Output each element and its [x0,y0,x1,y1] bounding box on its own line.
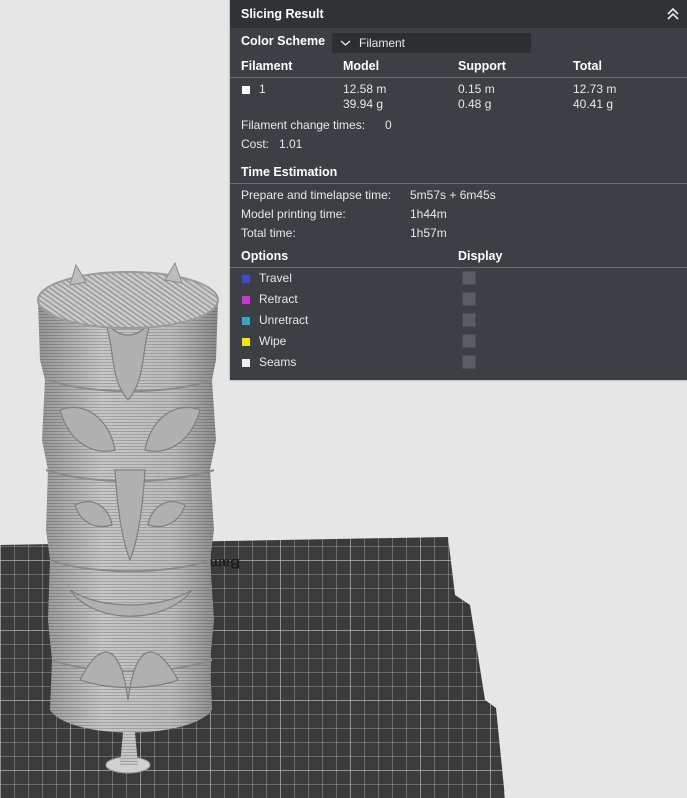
panel-header: Slicing Result [230,0,687,28]
header-support: Support [458,59,506,73]
color-scheme-value: Filament [359,36,406,50]
option-label: Wipe [259,334,287,348]
panel-title: Slicing Result [241,7,324,21]
prepare-value: 5m57s + 6m45s [410,188,496,202]
option-label: Retract [259,292,298,306]
header-total: Total [573,59,602,73]
double-chevron-up-icon [667,7,679,20]
chevron-down-icon [340,40,351,46]
total-time-value: 1h57m [410,226,447,240]
header-filament: Filament [241,59,293,73]
model-weight: 39.94 g [343,97,384,111]
model-time-label: Model printing time: [241,207,346,221]
divider [230,183,687,184]
retract-color-swatch [242,296,250,304]
prepare-label: Prepare and timelapse time: [241,188,392,202]
unretract-color-swatch [242,317,250,325]
filament-color-swatch [242,86,250,94]
model-length: 12.58 m [343,82,387,96]
divider [230,77,687,78]
support-length: 0.15 m [458,82,495,96]
wipe-display-checkbox[interactable] [462,334,476,348]
filament-change-label: Filament change times: [241,118,366,132]
display-title: Display [458,249,503,263]
filament-change-value: 0 [385,118,392,132]
wipe-color-swatch [242,338,250,346]
unretract-display-checkbox[interactable] [462,313,476,327]
slicing-result-panel: Slicing Result Color Scheme Filament Fil… [230,0,687,380]
retract-display-checkbox[interactable] [462,292,476,306]
color-scheme-label: Color Scheme [241,34,326,48]
cost-label: Cost: [241,137,270,151]
header-model: Model [343,59,380,73]
model-time-value: 1h44m [410,207,447,221]
color-scheme-dropdown[interactable]: Filament [332,33,531,53]
total-length: 12.73 m [573,82,617,96]
seams-display-checkbox[interactable] [462,355,476,369]
travel-display-checkbox[interactable] [462,271,476,285]
divider [230,267,687,268]
filament-id: 1 [259,82,266,96]
seams-color-swatch [242,359,250,367]
total-weight: 40.41 g [573,97,614,111]
collapse-panel-button[interactable] [665,5,681,23]
travel-color-swatch [242,275,250,283]
total-time-label: Total time: [241,226,296,240]
option-label: Seams [259,355,297,369]
option-label: Unretract [259,313,309,327]
options-title: Options [241,249,289,263]
cost-value: 1.01 [279,137,303,151]
time-estimation-title: Time Estimation [241,165,338,179]
option-label: Travel [259,271,292,285]
support-weight: 0.48 g [458,97,492,111]
tiki-model[interactable] [37,261,219,774]
